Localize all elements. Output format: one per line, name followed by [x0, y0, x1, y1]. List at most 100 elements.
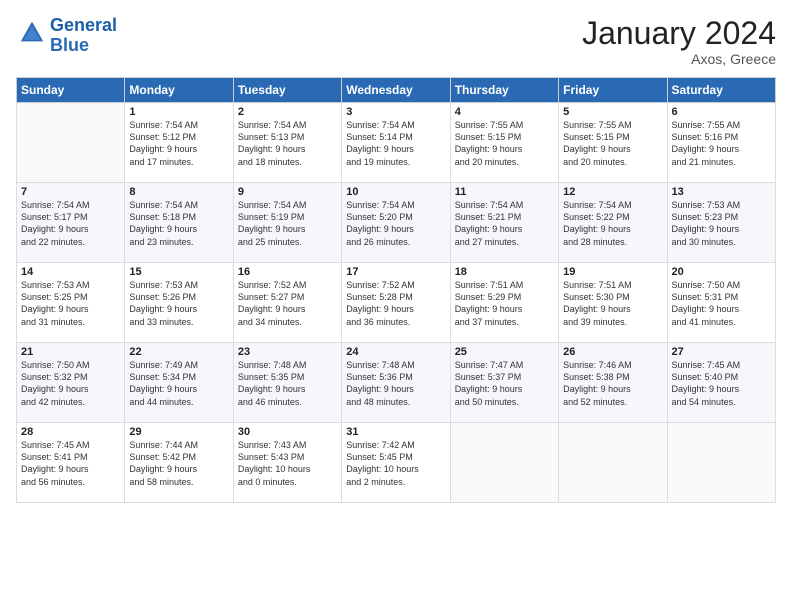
day-number: 14: [21, 266, 120, 278]
day-info: Sunrise: 7:46 AM Sunset: 5:38 PM Dayligh…: [563, 359, 662, 408]
day-cell: 13Sunrise: 7:53 AM Sunset: 5:23 PM Dayli…: [667, 183, 775, 263]
day-info: Sunrise: 7:54 AM Sunset: 5:13 PM Dayligh…: [238, 119, 337, 168]
day-info: Sunrise: 7:44 AM Sunset: 5:42 PM Dayligh…: [129, 439, 228, 488]
day-number: 7: [21, 186, 120, 198]
col-friday: Friday: [559, 78, 667, 103]
day-cell: 29Sunrise: 7:44 AM Sunset: 5:42 PM Dayli…: [125, 423, 233, 503]
day-number: 17: [346, 266, 445, 278]
day-number: 30: [238, 426, 337, 438]
day-info: Sunrise: 7:52 AM Sunset: 5:28 PM Dayligh…: [346, 279, 445, 328]
col-monday: Monday: [125, 78, 233, 103]
day-info: Sunrise: 7:48 AM Sunset: 5:36 PM Dayligh…: [346, 359, 445, 408]
day-cell: 12Sunrise: 7:54 AM Sunset: 5:22 PM Dayli…: [559, 183, 667, 263]
day-cell: 28Sunrise: 7:45 AM Sunset: 5:41 PM Dayli…: [17, 423, 125, 503]
day-cell: 31Sunrise: 7:42 AM Sunset: 5:45 PM Dayli…: [342, 423, 450, 503]
col-thursday: Thursday: [450, 78, 558, 103]
day-number: 5: [563, 106, 662, 118]
logo-icon: [18, 19, 46, 47]
day-info: Sunrise: 7:47 AM Sunset: 5:37 PM Dayligh…: [455, 359, 554, 408]
day-number: 8: [129, 186, 228, 198]
day-info: Sunrise: 7:53 AM Sunset: 5:23 PM Dayligh…: [672, 199, 771, 248]
day-info: Sunrise: 7:54 AM Sunset: 5:12 PM Dayligh…: [129, 119, 228, 168]
day-info: Sunrise: 7:50 AM Sunset: 5:32 PM Dayligh…: [21, 359, 120, 408]
day-number: 23: [238, 346, 337, 358]
day-number: 27: [672, 346, 771, 358]
day-cell: 20Sunrise: 7:50 AM Sunset: 5:31 PM Dayli…: [667, 263, 775, 343]
day-cell: [17, 103, 125, 183]
month-title: January 2024: [582, 16, 776, 51]
week-row-0: 1Sunrise: 7:54 AM Sunset: 5:12 PM Daylig…: [17, 103, 776, 183]
day-number: 9: [238, 186, 337, 198]
day-info: Sunrise: 7:55 AM Sunset: 5:15 PM Dayligh…: [563, 119, 662, 168]
day-cell: 21Sunrise: 7:50 AM Sunset: 5:32 PM Dayli…: [17, 343, 125, 423]
day-number: 1: [129, 106, 228, 118]
day-cell: 25Sunrise: 7:47 AM Sunset: 5:37 PM Dayli…: [450, 343, 558, 423]
day-cell: 15Sunrise: 7:53 AM Sunset: 5:26 PM Dayli…: [125, 263, 233, 343]
day-info: Sunrise: 7:53 AM Sunset: 5:25 PM Dayligh…: [21, 279, 120, 328]
day-number: 29: [129, 426, 228, 438]
day-number: 13: [672, 186, 771, 198]
day-info: Sunrise: 7:55 AM Sunset: 5:15 PM Dayligh…: [455, 119, 554, 168]
week-row-3: 21Sunrise: 7:50 AM Sunset: 5:32 PM Dayli…: [17, 343, 776, 423]
day-info: Sunrise: 7:54 AM Sunset: 5:19 PM Dayligh…: [238, 199, 337, 248]
day-number: 22: [129, 346, 228, 358]
day-cell: 3Sunrise: 7:54 AM Sunset: 5:14 PM Daylig…: [342, 103, 450, 183]
day-number: 2: [238, 106, 337, 118]
header-row: Sunday Monday Tuesday Wednesday Thursday…: [17, 78, 776, 103]
day-number: 3: [346, 106, 445, 118]
day-cell: 9Sunrise: 7:54 AM Sunset: 5:19 PM Daylig…: [233, 183, 341, 263]
day-info: Sunrise: 7:54 AM Sunset: 5:22 PM Dayligh…: [563, 199, 662, 248]
day-info: Sunrise: 7:53 AM Sunset: 5:26 PM Dayligh…: [129, 279, 228, 328]
day-info: Sunrise: 7:55 AM Sunset: 5:16 PM Dayligh…: [672, 119, 771, 168]
day-cell: 6Sunrise: 7:55 AM Sunset: 5:16 PM Daylig…: [667, 103, 775, 183]
day-info: Sunrise: 7:54 AM Sunset: 5:14 PM Dayligh…: [346, 119, 445, 168]
day-info: Sunrise: 7:43 AM Sunset: 5:43 PM Dayligh…: [238, 439, 337, 488]
day-cell: 27Sunrise: 7:45 AM Sunset: 5:40 PM Dayli…: [667, 343, 775, 423]
day-cell: 22Sunrise: 7:49 AM Sunset: 5:34 PM Dayli…: [125, 343, 233, 423]
day-info: Sunrise: 7:48 AM Sunset: 5:35 PM Dayligh…: [238, 359, 337, 408]
day-info: Sunrise: 7:51 AM Sunset: 5:30 PM Dayligh…: [563, 279, 662, 328]
week-row-2: 14Sunrise: 7:53 AM Sunset: 5:25 PM Dayli…: [17, 263, 776, 343]
location: Axos, Greece: [582, 51, 776, 67]
day-cell: [450, 423, 558, 503]
day-cell: 4Sunrise: 7:55 AM Sunset: 5:15 PM Daylig…: [450, 103, 558, 183]
day-number: 19: [563, 266, 662, 278]
day-info: Sunrise: 7:54 AM Sunset: 5:18 PM Dayligh…: [129, 199, 228, 248]
day-number: 15: [129, 266, 228, 278]
day-number: 12: [563, 186, 662, 198]
day-info: Sunrise: 7:54 AM Sunset: 5:20 PM Dayligh…: [346, 199, 445, 248]
day-number: 10: [346, 186, 445, 198]
calendar-body: 1Sunrise: 7:54 AM Sunset: 5:12 PM Daylig…: [17, 103, 776, 503]
day-number: 31: [346, 426, 445, 438]
day-cell: 14Sunrise: 7:53 AM Sunset: 5:25 PM Dayli…: [17, 263, 125, 343]
day-cell: 24Sunrise: 7:48 AM Sunset: 5:36 PM Dayli…: [342, 343, 450, 423]
day-info: Sunrise: 7:52 AM Sunset: 5:27 PM Dayligh…: [238, 279, 337, 328]
day-cell: 5Sunrise: 7:55 AM Sunset: 5:15 PM Daylig…: [559, 103, 667, 183]
week-row-4: 28Sunrise: 7:45 AM Sunset: 5:41 PM Dayli…: [17, 423, 776, 503]
day-number: 16: [238, 266, 337, 278]
page-container: General Blue January 2024 Axos, Greece S…: [0, 0, 792, 511]
calendar-table: Sunday Monday Tuesday Wednesday Thursday…: [16, 77, 776, 503]
day-number: 28: [21, 426, 120, 438]
day-number: 6: [672, 106, 771, 118]
day-cell: 10Sunrise: 7:54 AM Sunset: 5:20 PM Dayli…: [342, 183, 450, 263]
logo-text2: Blue: [50, 36, 117, 56]
col-saturday: Saturday: [667, 78, 775, 103]
day-number: 11: [455, 186, 554, 198]
day-cell: 30Sunrise: 7:43 AM Sunset: 5:43 PM Dayli…: [233, 423, 341, 503]
day-cell: 17Sunrise: 7:52 AM Sunset: 5:28 PM Dayli…: [342, 263, 450, 343]
day-cell: 19Sunrise: 7:51 AM Sunset: 5:30 PM Dayli…: [559, 263, 667, 343]
day-number: 24: [346, 346, 445, 358]
day-info: Sunrise: 7:49 AM Sunset: 5:34 PM Dayligh…: [129, 359, 228, 408]
day-number: 25: [455, 346, 554, 358]
day-cell: 11Sunrise: 7:54 AM Sunset: 5:21 PM Dayli…: [450, 183, 558, 263]
day-cell: 2Sunrise: 7:54 AM Sunset: 5:13 PM Daylig…: [233, 103, 341, 183]
logo-text: General: [50, 16, 117, 36]
day-number: 26: [563, 346, 662, 358]
day-cell: 26Sunrise: 7:46 AM Sunset: 5:38 PM Dayli…: [559, 343, 667, 423]
header: General Blue January 2024 Axos, Greece: [16, 16, 776, 67]
day-info: Sunrise: 7:54 AM Sunset: 5:17 PM Dayligh…: [21, 199, 120, 248]
day-info: Sunrise: 7:45 AM Sunset: 5:40 PM Dayligh…: [672, 359, 771, 408]
day-info: Sunrise: 7:51 AM Sunset: 5:29 PM Dayligh…: [455, 279, 554, 328]
day-info: Sunrise: 7:42 AM Sunset: 5:45 PM Dayligh…: [346, 439, 445, 488]
